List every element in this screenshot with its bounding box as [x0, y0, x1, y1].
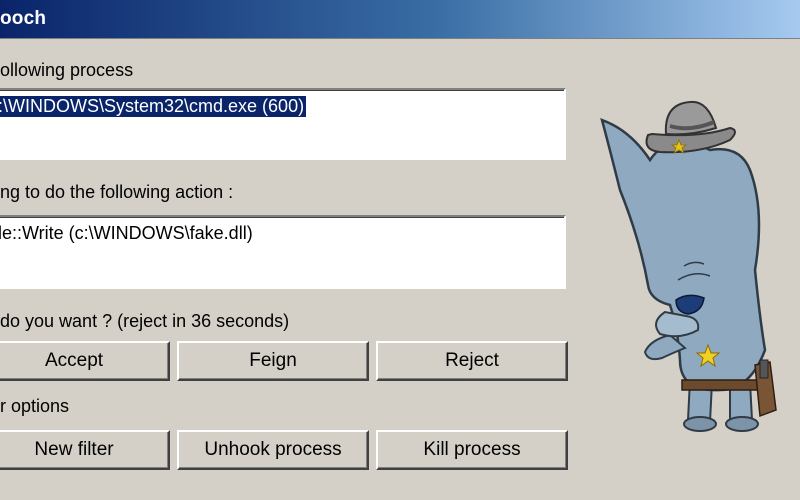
feign-button[interactable]: Feign: [177, 341, 369, 381]
action-field[interactable]: le::Write (c:\WINDOWS\fake.dll): [0, 215, 566, 289]
window-title: ooch: [0, 8, 47, 29]
question-label: do you want ? (reject in 36 seconds): [0, 311, 290, 331]
accept-button[interactable]: Accept: [0, 341, 170, 381]
process-value: :\WINDOWS\System32\cmd.exe (600): [0, 96, 307, 117]
reject-button[interactable]: Reject: [376, 341, 568, 381]
unhook-process-button[interactable]: Unhook process: [177, 430, 369, 470]
cowboy-mascot-icon: [600, 100, 777, 432]
action-label: ng to do the following action :: [0, 182, 234, 202]
new-filter-button[interactable]: New filter: [0, 430, 170, 470]
options-label: r options: [0, 396, 70, 416]
process-field[interactable]: :\WINDOWS\System32\cmd.exe (600): [0, 88, 566, 160]
process-label: ollowing process: [0, 60, 134, 80]
kill-process-button[interactable]: Kill process: [376, 430, 568, 470]
title-bar: ooch: [0, 0, 800, 39]
action-value: le::Write (c:\WINDOWS\fake.dll): [0, 223, 253, 243]
